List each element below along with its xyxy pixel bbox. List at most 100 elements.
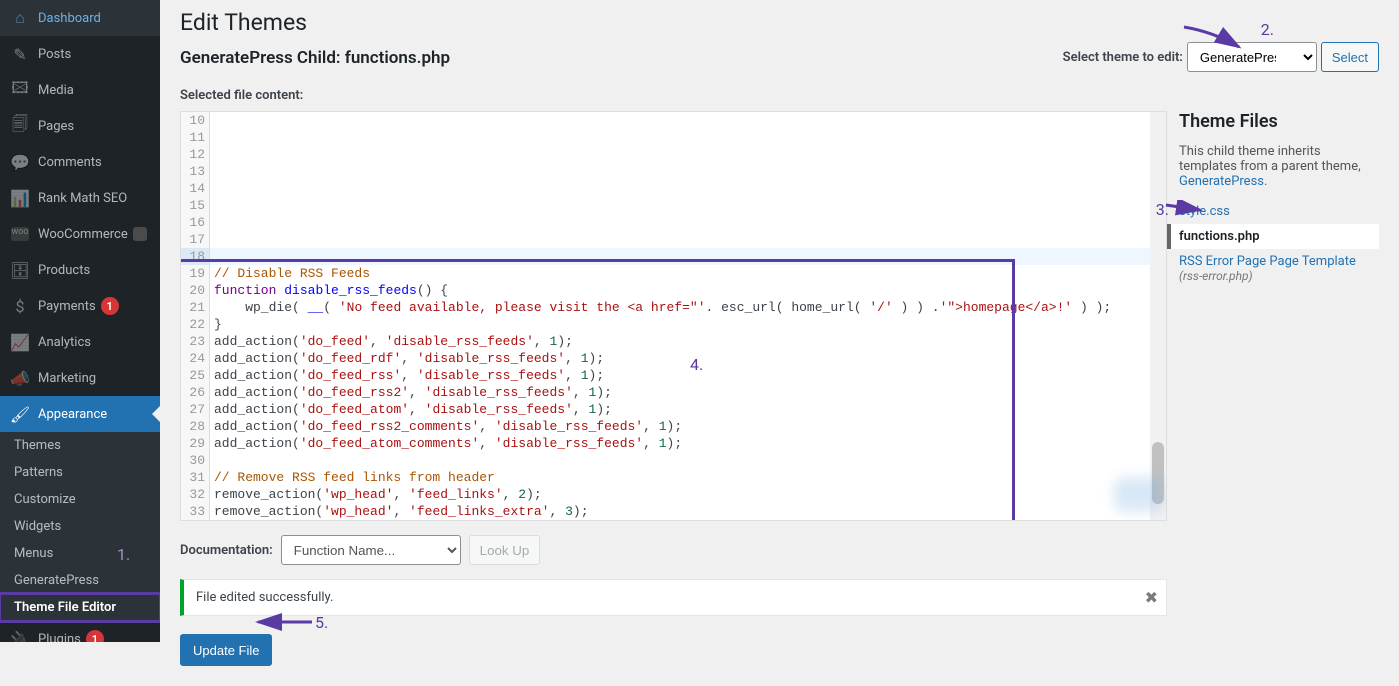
code-line[interactable]: 27add_action('do_feed_atom', 'disable_rs… [181,401,1166,418]
menu-analytics[interactable]: 📈Analytics [0,324,160,360]
code-content[interactable]: add_action('do_feed_rss2', 'disable_rss_… [210,384,1166,401]
code-content[interactable]: } [210,316,1166,333]
code-line[interactable]: 23add_action('do_feed', 'disable_rss_fee… [181,333,1166,350]
theme-file-item[interactable]: functions.php [1167,224,1379,249]
code-line[interactable]: 29add_action('do_feed_atom_comments', 'd… [181,435,1166,452]
line-number: 14 [181,180,210,197]
code-content[interactable] [210,452,1166,469]
media-icon: 🖾 [10,80,30,100]
code-content[interactable]: add_action('do_feed_rdf', 'disable_rss_f… [210,350,1166,367]
code-line[interactable]: 32remove_action('wp_head', 'feed_links',… [181,486,1166,503]
code-editor[interactable]: 10111213141516171819// Disable RSS Feeds… [180,111,1167,521]
submenu-generatepress[interactable]: GeneratePress [0,567,160,594]
code-line[interactable]: 14 [181,180,1166,197]
menu-plugins[interactable]: 🔌Plugins1 [0,621,160,642]
code-content[interactable] [210,129,1166,146]
code-line[interactable]: 25add_action('do_feed_rss', 'disable_rss… [181,367,1166,384]
code-content[interactable]: remove_action('wp_head', 'feed_links_ext… [210,503,1166,520]
code-line[interactable]: 31// Remove RSS feed links from header [181,469,1166,486]
theme-file-link[interactable]: style.css [1179,204,1230,219]
line-number: 23 [181,333,210,350]
theme-file-link[interactable]: functions.php [1179,229,1260,244]
code-line[interactable]: 15 [181,197,1166,214]
code-content[interactable]: add_action('do_feed_rss', 'disable_rss_f… [210,367,1166,384]
code-line[interactable]: 30 [181,452,1166,469]
menu-marketing[interactable]: 📣Marketing [0,360,160,396]
dismiss-notice-button[interactable]: ✖ [1145,588,1158,608]
menu-label: Payments [38,299,96,314]
code-line[interactable]: 20function disable_rss_feeds() { [181,282,1166,299]
menu-dashboard[interactable]: ⌂Dashboard [0,0,160,36]
code-line[interactable]: 16 [181,214,1166,231]
code-content[interactable]: function disable_rss_feeds() { [210,282,1166,299]
menu-woocommerce[interactable]: wooWooCommerce [0,216,160,252]
menu-label: Plugins [38,632,81,643]
code-content[interactable]: remove_action('wp_head', 'feed_links', 2… [210,486,1166,503]
code-content[interactable]: wp_die( __( 'No feed available, please v… [210,299,1166,316]
line-number: 10 [181,112,210,129]
submenu-customize[interactable]: Customize [0,486,160,513]
code-content[interactable] [210,231,1166,248]
theme-selector: Select theme to edit: GeneratePress Chil… [1063,42,1379,72]
code-line[interactable]: 11 [181,129,1166,146]
submenu-patterns[interactable]: Patterns [0,459,160,486]
code-content[interactable] [210,146,1166,163]
lookup-button[interactable]: Look Up [469,535,541,565]
submenu-menus[interactable]: Menus [0,540,160,567]
documentation-select[interactable]: Function Name... [281,535,461,565]
menu-products[interactable]: 🗄Products [0,252,160,288]
scrollbar[interactable] [1150,112,1166,520]
badge [133,227,147,241]
menu-appearance[interactable]: 🖌Appearance [0,396,160,432]
line-number: 17 [181,231,210,248]
parent-theme-link[interactable]: GeneratePress [1179,174,1264,189]
theme-select[interactable]: GeneratePress Child [1187,42,1317,72]
code-line[interactable]: 21 wp_die( __( 'No feed available, pleas… [181,299,1166,316]
menu-posts[interactable]: ✎Posts [0,36,160,72]
code-content[interactable] [210,180,1166,197]
menu-media[interactable]: 🖾Media [0,72,160,108]
select-button[interactable]: Select [1321,42,1379,72]
code-content[interactable] [210,214,1166,231]
code-content[interactable]: add_action('do_feed_atom_comments', 'dis… [210,435,1166,452]
code-content[interactable]: // Disable RSS Feeds [210,265,1166,282]
menu-comments[interactable]: 💬Comments [0,144,160,180]
code-line[interactable]: 24add_action('do_feed_rdf', 'disable_rss… [181,350,1166,367]
menu-rank-math-seo[interactable]: 📊Rank Math SEO [0,180,160,216]
plugins-icon: 🔌 [10,629,30,642]
line-number: 15 [181,197,210,214]
theme-file-item[interactable]: RSS Error Page Page Template(rss-error.p… [1179,249,1379,288]
menu-payments[interactable]: $Payments1 [0,288,160,324]
documentation-label: Documentation: [180,543,273,558]
code-line[interactable]: 12 [181,146,1166,163]
code-line[interactable]: 17 [181,231,1166,248]
code-line[interactable]: 13 [181,163,1166,180]
theme-inherit-note: This child theme inherits templates from… [1179,144,1379,189]
analytics-icon: 📈 [10,332,30,352]
code-content[interactable]: add_action('do_feed_atom', 'disable_rss_… [210,401,1166,418]
code-content[interactable] [210,248,1166,265]
posts-icon: ✎ [10,44,30,64]
submenu-themes[interactable]: Themes [0,432,160,459]
code-line[interactable]: 33remove_action('wp_head', 'feed_links_e… [181,503,1166,520]
line-number: 19 [181,265,210,282]
code-line[interactable]: 19// Disable RSS Feeds [181,265,1166,282]
menu-pages[interactable]: 🗐Pages [0,108,160,144]
code-content[interactable]: // Remove RSS feed links from header [210,469,1166,486]
submenu-widgets[interactable]: Widgets [0,513,160,540]
code-content[interactable] [210,112,1166,129]
theme-file-item[interactable]: style.css [1179,199,1379,224]
update-file-button[interactable]: Update File [180,634,272,666]
code-line[interactable]: 18 [181,248,1166,265]
code-line[interactable]: 22} [181,316,1166,333]
code-content[interactable] [210,163,1166,180]
line-number: 16 [181,214,210,231]
code-content[interactable] [210,197,1166,214]
code-line[interactable]: 26add_action('do_feed_rss2', 'disable_rs… [181,384,1166,401]
code-line[interactable]: 10 [181,112,1166,129]
code-content[interactable]: add_action('do_feed_rss2_comments', 'dis… [210,418,1166,435]
theme-file-link[interactable]: RSS Error Page Page Template [1179,254,1356,269]
submenu-theme-file-editor[interactable]: Theme File Editor [0,594,160,621]
code-line[interactable]: 28add_action('do_feed_rss2_comments', 'd… [181,418,1166,435]
code-content[interactable]: add_action('do_feed', 'disable_rss_feeds… [210,333,1166,350]
